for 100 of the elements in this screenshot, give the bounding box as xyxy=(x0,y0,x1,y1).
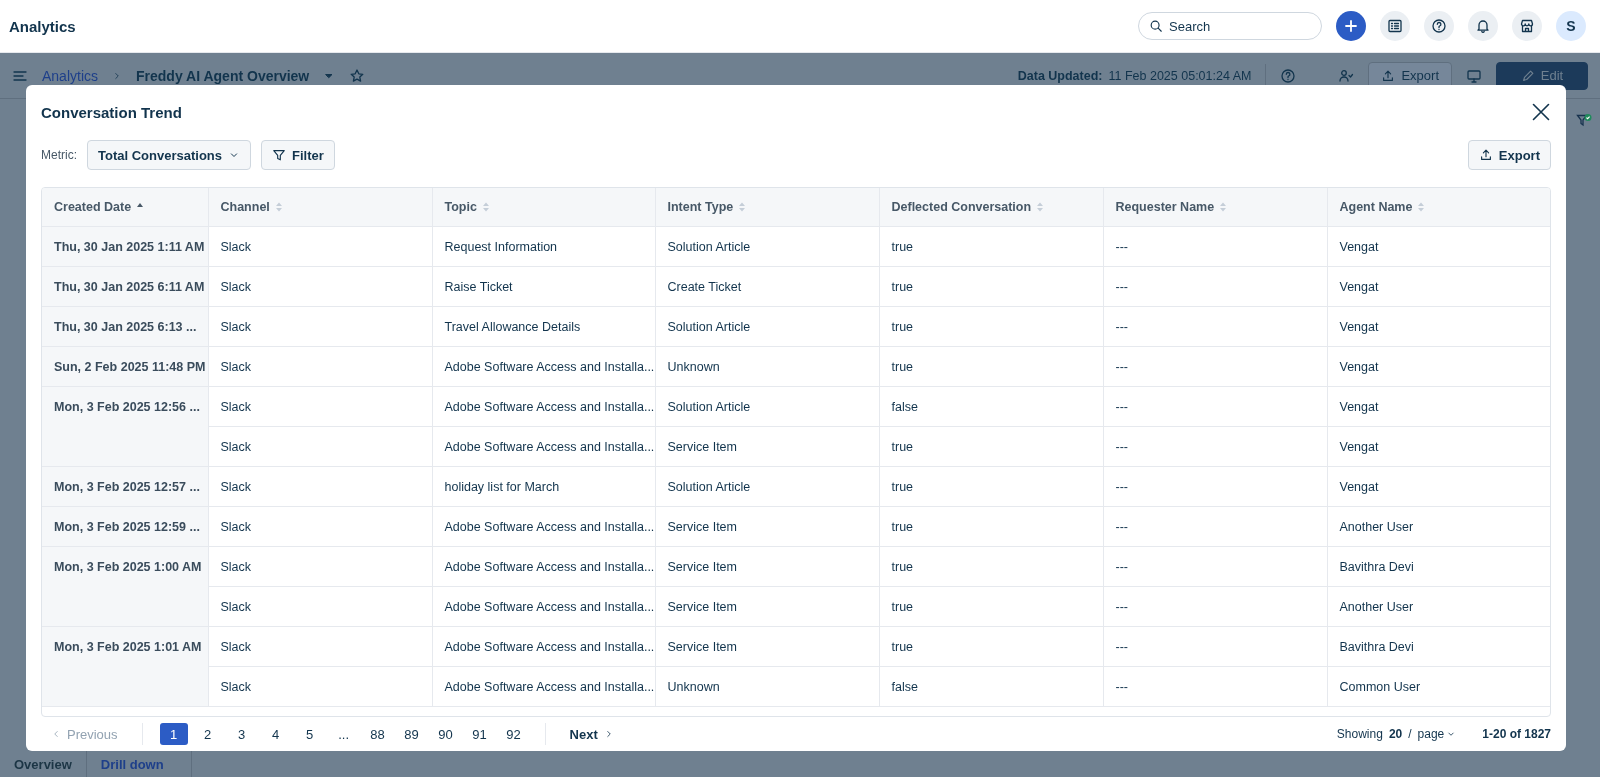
date-cell: Mon, 3 Feb 2025 1:01 AM xyxy=(42,626,208,707)
store-button[interactable] xyxy=(1512,11,1542,41)
table-cell: Adobe Software Access and Installa... xyxy=(432,586,655,627)
table-cell: Service Item xyxy=(655,546,879,587)
page-button[interactable]: 92 xyxy=(499,723,528,745)
column-header[interactable]: Intent Type xyxy=(655,188,879,227)
page-button[interactable]: 89 xyxy=(397,723,426,745)
column-header[interactable]: Requester Name xyxy=(1103,188,1327,227)
user-avatar[interactable]: S xyxy=(1556,11,1586,41)
table-cell: Adobe Software Access and Installa... xyxy=(432,546,655,587)
table-cell: Adobe Software Access and Installa... xyxy=(432,426,655,467)
help-icon xyxy=(1431,18,1447,34)
date-cell: Thu, 30 Jan 2025 6:11 AM xyxy=(42,266,208,307)
column-header[interactable]: Topic xyxy=(432,188,655,227)
table-cell: Request Information xyxy=(432,226,655,267)
next-button[interactable]: Next xyxy=(559,726,624,742)
table-cell: Slack xyxy=(208,226,432,267)
table-cell: Solution Article xyxy=(655,306,879,347)
page-button[interactable]: 5 xyxy=(295,723,324,745)
filter-icon xyxy=(272,148,286,162)
page-size-dropdown[interactable]: page xyxy=(1417,727,1457,741)
table-cell: holiday list for March xyxy=(432,466,655,507)
column-header[interactable]: Channel xyxy=(208,188,432,227)
table-cell: true xyxy=(879,226,1103,267)
page-button[interactable]: 3 xyxy=(227,723,256,745)
close-button[interactable] xyxy=(1531,102,1551,122)
table-cell: Slack xyxy=(208,666,432,707)
date-cell: Mon, 3 Feb 2025 12:59 ... xyxy=(42,506,208,547)
upload-icon xyxy=(1478,148,1493,162)
page-button[interactable]: 90 xyxy=(431,723,460,745)
page-size-value: 20 xyxy=(1388,727,1403,741)
table-cell: Slack xyxy=(208,586,432,627)
help-button[interactable] xyxy=(1424,11,1454,41)
table-cell: Service Item xyxy=(655,426,879,467)
table-cell: Solution Article xyxy=(655,466,879,507)
metric-label: Metric: xyxy=(41,148,77,162)
monitor-icon xyxy=(1466,67,1482,84)
date-cell: Thu, 30 Jan 2025 1:11 AM xyxy=(42,226,208,267)
table-cell: --- xyxy=(1103,226,1327,267)
search-field[interactable]: Search xyxy=(1138,12,1322,40)
table-cell: Vengat xyxy=(1327,426,1550,467)
table-cell: true xyxy=(879,426,1103,467)
sort-icon xyxy=(738,201,747,213)
column-header[interactable]: Created Date xyxy=(42,188,208,227)
upload-icon xyxy=(1381,68,1396,83)
table-cell: Adobe Software Access and Installa... xyxy=(432,506,655,547)
table-cell: Travel Allowance Details xyxy=(432,306,655,347)
table-cell: Unknown xyxy=(655,346,879,387)
close-icon xyxy=(1531,102,1551,122)
filter-button[interactable]: Filter xyxy=(261,140,335,170)
table-cell: Slack xyxy=(208,266,432,307)
table-cell: --- xyxy=(1103,306,1327,347)
table-cell: Bavithra Devi xyxy=(1327,546,1550,587)
notifications-button[interactable] xyxy=(1468,11,1498,41)
page-button[interactable]: 2 xyxy=(193,723,222,745)
search-icon xyxy=(1149,19,1163,33)
table-cell: Vengat xyxy=(1327,226,1550,267)
export-button[interactable]: Export xyxy=(1467,140,1551,170)
table-cell: Slack xyxy=(208,306,432,347)
table-cell: Slack xyxy=(208,506,432,547)
chevron-left-icon xyxy=(51,729,61,739)
metric-dropdown[interactable]: Total Conversations xyxy=(87,140,251,170)
column-header[interactable]: Deflected Conversation xyxy=(879,188,1103,227)
column-header[interactable]: Agent Name xyxy=(1327,188,1550,227)
table-cell: Slack xyxy=(208,386,432,427)
table-cell: --- xyxy=(1103,426,1327,467)
table-cell: --- xyxy=(1103,346,1327,387)
table-cell: Slack xyxy=(208,426,432,467)
page-button[interactable]: ... xyxy=(329,723,358,745)
page-button[interactable]: 91 xyxy=(465,723,494,745)
page-button[interactable]: 4 xyxy=(261,723,290,745)
sort-icon xyxy=(481,201,490,213)
showing-label: Showing xyxy=(1336,727,1383,741)
app-title: Analytics xyxy=(9,17,77,35)
table-cell: false xyxy=(879,666,1103,707)
slash-text: / xyxy=(1408,727,1412,741)
table-cell: --- xyxy=(1103,386,1327,427)
filter-check-icon xyxy=(1576,113,1592,129)
plus-icon xyxy=(1343,18,1359,34)
table-cell: Vengat xyxy=(1327,346,1550,387)
table-cell: --- xyxy=(1103,506,1327,547)
page-button[interactable]: 1 xyxy=(159,723,188,745)
help-icon xyxy=(1280,67,1297,84)
date-cell: Thu, 30 Jan 2025 6:13 ... xyxy=(42,306,208,347)
table-cell: Bavithra Devi xyxy=(1327,626,1550,667)
table-cell: Create Ticket xyxy=(655,266,879,307)
add-button[interactable] xyxy=(1336,11,1366,41)
table-cell: true xyxy=(879,546,1103,587)
table-cell: Service Item xyxy=(655,586,879,627)
checklist-button[interactable] xyxy=(1380,11,1410,41)
users-icon xyxy=(1338,67,1355,84)
table-cell: true xyxy=(879,506,1103,547)
date-cell: Mon, 3 Feb 2025 1:00 AM xyxy=(42,546,208,627)
chevron-down-icon xyxy=(1446,729,1457,739)
table-cell: true xyxy=(879,586,1103,627)
page-button[interactable]: 88 xyxy=(363,723,392,745)
table-cell: Slack xyxy=(208,466,432,507)
checklist-icon xyxy=(1387,18,1403,34)
table-cell: Slack xyxy=(208,346,432,387)
table-cell: Adobe Software Access and Installa... xyxy=(432,626,655,667)
